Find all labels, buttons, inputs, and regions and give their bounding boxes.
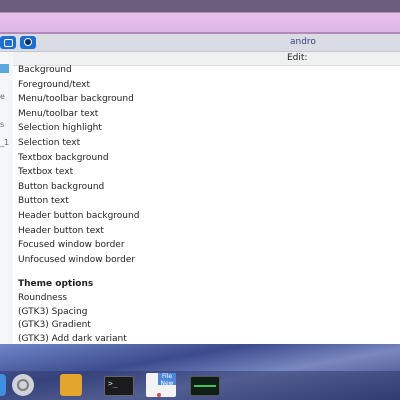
edit-icon[interactable]: [0, 36, 16, 49]
app-icon[interactable]: [0, 374, 6, 396]
theme-option-item[interactable]: (GTK3) Spacing: [18, 307, 87, 317]
sidebar-fragment: _1: [0, 138, 10, 147]
file-icon-label: File: [161, 373, 173, 380]
settings-icon[interactable]: [12, 374, 34, 396]
list-item[interactable]: Foreground/text: [18, 80, 90, 90]
sidebar-selected-marker[interactable]: [0, 64, 9, 73]
theme-option-item[interactable]: (GTK3) Gradient: [18, 320, 91, 330]
desktop-top-strip: [0, 0, 400, 33]
record-icon[interactable]: [20, 36, 36, 49]
list-item[interactable]: Header button text: [18, 226, 104, 236]
sidebar-fragment: e: [0, 92, 5, 101]
list-item[interactable]: Focused window border: [18, 240, 125, 250]
edit-label: Edit:: [287, 53, 308, 63]
list-item[interactable]: Menu/toolbar background: [18, 94, 134, 104]
edit-header: Edit:: [13, 52, 400, 66]
list-item[interactable]: Textbox text: [18, 167, 73, 177]
running-indicator: [157, 393, 161, 397]
window-title: andro: [290, 37, 316, 47]
system-monitor-icon[interactable]: [190, 376, 220, 396]
list-item[interactable]: Button text: [18, 196, 69, 206]
theme-option-item[interactable]: Roundness: [18, 293, 67, 303]
theme-editor-window: andro e s _1 Edit: Background Foreground…: [0, 34, 400, 344]
file-manager-icon[interactable]: File New: [146, 373, 176, 397]
color-settings-list: Background Foreground/text Menu/toolbar …: [13, 65, 400, 344]
list-item[interactable]: Selection highlight: [18, 123, 102, 133]
sidebar: e s _1: [0, 52, 13, 344]
file-icon-sublabel: New: [160, 380, 174, 387]
list-item[interactable]: Background: [18, 65, 72, 75]
list-item[interactable]: Textbox background: [18, 153, 109, 163]
theme-option-item[interactable]: (GTK3) Add dark variant: [18, 334, 127, 344]
list-item[interactable]: Button background: [18, 182, 104, 192]
list-item[interactable]: Header button background: [18, 211, 139, 221]
archive-icon[interactable]: [60, 374, 82, 396]
terminal-icon[interactable]: [104, 376, 134, 396]
sidebar-fragment: s: [0, 120, 5, 129]
theme-options-heading: Theme options: [18, 279, 94, 289]
titlebar: andro: [0, 34, 400, 52]
list-item[interactable]: Selection text: [18, 138, 80, 148]
list-item[interactable]: Unfocused window border: [18, 255, 135, 265]
list-item[interactable]: Menu/toolbar text: [18, 109, 98, 119]
